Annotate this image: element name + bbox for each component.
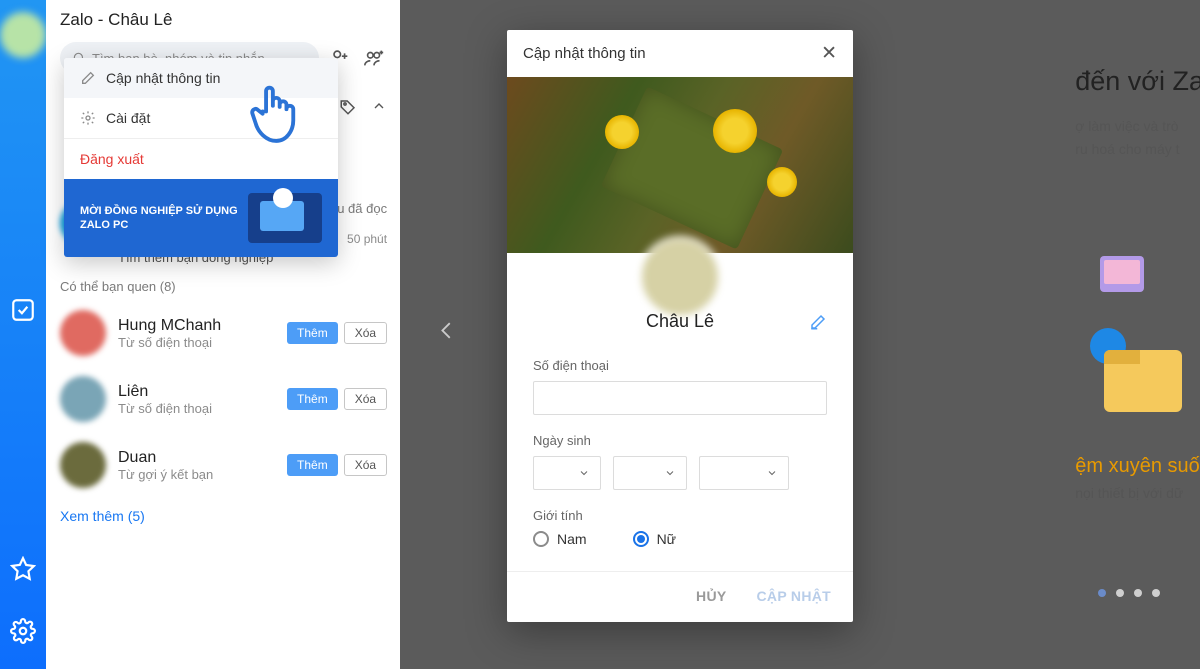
cover-photo[interactable] <box>507 77 853 253</box>
checkbox-nav-icon[interactable] <box>3 290 43 330</box>
promo-banner[interactable]: MỜI ĐỒNG NGHIỆP SỬ DỤNG ZALO PC <box>64 179 338 257</box>
right-panel: đến với Za ợ làm việc và trò ru hoá cho … <box>400 0 1200 669</box>
add-button[interactable]: Thêm <box>287 388 338 410</box>
app-title: Zalo - Châu Lê <box>60 10 387 30</box>
suggest-name: Liên <box>118 383 212 401</box>
dob-year-select[interactable] <box>699 456 789 490</box>
gender-female-radio[interactable]: Nữ <box>633 531 676 547</box>
promo-text: MỜI ĐỒNG NGHIỆP SỬ DỤNG ZALO PC <box>80 204 238 233</box>
suggest-row: Hung MChanh Từ số điện thoại Thêm Xóa <box>60 300 387 366</box>
cancel-button[interactable]: HỦY <box>696 588 726 604</box>
gear-icon <box>80 110 96 126</box>
suggest-row: Liên Từ số điện thoại Thêm Xóa <box>60 366 387 432</box>
chevron-up-icon[interactable] <box>371 98 387 121</box>
avatar-large[interactable] <box>639 236 721 318</box>
edit-icon <box>80 70 96 86</box>
chevron-down-icon <box>664 467 676 479</box>
remove-button[interactable]: Xóa <box>344 454 387 476</box>
welcome-title: đến với Za <box>1075 60 1200 103</box>
suggest-name: Hung MChanh <box>118 317 221 335</box>
star-icon[interactable] <box>3 549 43 589</box>
welcome-line2: ru hoá cho máy t <box>1075 138 1200 160</box>
close-icon[interactable]: ✕ <box>821 42 837 65</box>
suggest-name: Duan <box>118 449 213 467</box>
promo-illustration <box>248 193 322 243</box>
phone-input[interactable] <box>533 381 827 415</box>
gender-female-label: Nữ <box>657 531 676 547</box>
dob-month-select[interactable] <box>613 456 687 490</box>
picture-icon <box>1100 256 1144 292</box>
welcome-line1: ợ làm việc và trò <box>1075 115 1200 137</box>
add-button[interactable]: Thêm <box>287 454 338 476</box>
chevron-down-icon <box>578 467 590 479</box>
chevron-down-icon <box>766 467 778 479</box>
gender-male-radio[interactable]: Nam <box>533 531 587 547</box>
add-group-icon[interactable] <box>361 45 387 71</box>
left-main: Zalo - Châu Lê Tìm bạn bè, nhóm và tin n… <box>46 0 401 669</box>
add-button[interactable]: Thêm <box>287 322 338 344</box>
you-may-know-label: Có thể bạn quen (8) <box>60 279 387 294</box>
feature-line: nọi thiết bị với dữ <box>1075 482 1200 504</box>
gender-male-label: Nam <box>557 531 587 547</box>
cursor-hand-icon <box>246 82 302 155</box>
phone-label: Số điện thoại <box>533 358 827 373</box>
settings-icon[interactable] <box>3 611 43 651</box>
suggest-row: Duan Từ gợi ý kết bạn Thêm Xóa <box>60 432 387 498</box>
avatar-self[interactable] <box>0 12 46 58</box>
dropdown-settings-label: Cài đặt <box>106 110 150 126</box>
tag-icon[interactable] <box>339 98 357 121</box>
dropdown-update-label: Cập nhật thông tin <box>106 70 220 86</box>
remove-button[interactable]: Xóa <box>344 322 387 344</box>
see-more-link[interactable]: Xem thêm (5) <box>60 508 145 524</box>
update-profile-modal: Cập nhật thông tin ✕ Châu Lê Số điện tho… <box>507 30 853 622</box>
suggest-from: Từ số điện thoại <box>118 401 212 416</box>
feature-title: ệm xuyên suố <box>1075 450 1200 482</box>
dob-label: Ngày sinh <box>533 433 827 448</box>
left-sidebar <box>0 0 46 669</box>
suggest-from: Từ gợi ý kết bạn <box>118 467 213 482</box>
gender-label: Giới tính <box>533 508 827 523</box>
submit-button[interactable]: CẬP NHẬT <box>757 588 831 604</box>
modal-title: Cập nhật thông tin <box>523 45 646 62</box>
suggest-from: Từ số điện thoại <box>118 335 221 350</box>
carousel-dots[interactable] <box>1098 589 1160 597</box>
edit-name-icon[interactable] <box>809 313 827 336</box>
remove-button[interactable]: Xóa <box>344 388 387 410</box>
prev-chevron-icon[interactable] <box>436 311 458 358</box>
dob-day-select[interactable] <box>533 456 601 490</box>
folder-icon <box>1104 350 1182 412</box>
profile-name: Châu Lê <box>646 311 714 331</box>
